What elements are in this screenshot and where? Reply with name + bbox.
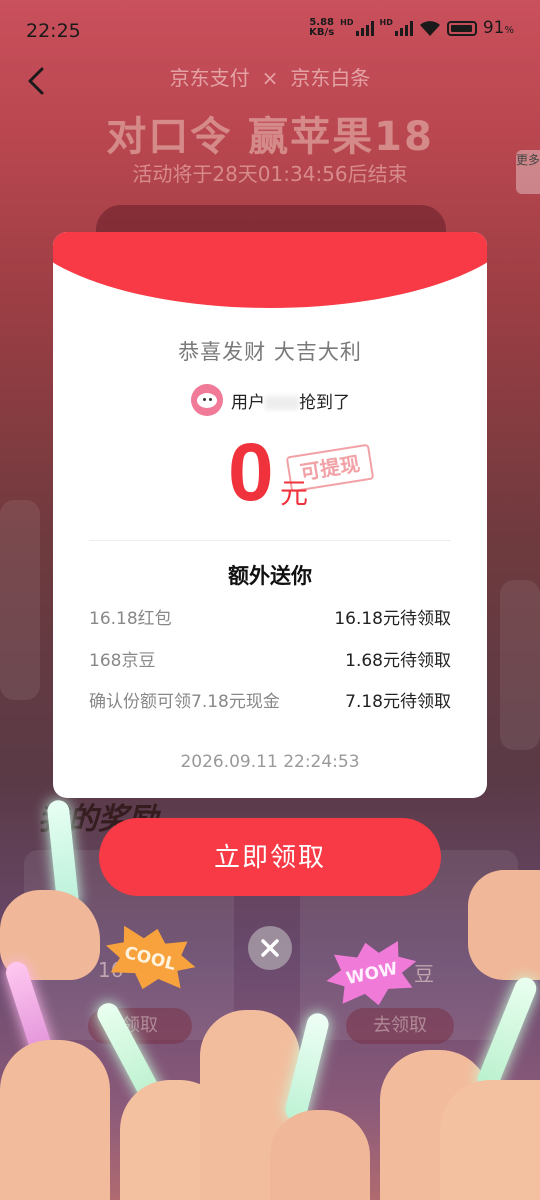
status-icons: 5.88 KB/s HD HD 91% bbox=[309, 17, 514, 39]
dialog-header-arc bbox=[53, 232, 487, 308]
more-tab[interactable]: 更多 bbox=[516, 150, 540, 194]
hand-icon bbox=[0, 1040, 110, 1200]
hd-indicator-2: HD bbox=[379, 18, 393, 27]
signal-icon bbox=[355, 20, 374, 36]
dialog-divider bbox=[89, 540, 451, 541]
status-bar: 22:25 5.88 KB/s HD HD 91% bbox=[0, 0, 540, 60]
bg-claim-button-right: 去领取 bbox=[346, 1008, 454, 1044]
amount-block: 0 可提现 元 bbox=[228, 427, 428, 522]
winner-row: 用户 抢到了 bbox=[191, 384, 350, 416]
close-icon[interactable] bbox=[248, 926, 292, 970]
activity-countdown: 活动将于28天01:34:56后结束 bbox=[132, 162, 408, 186]
bg-card-left bbox=[0, 500, 40, 700]
hand-icon bbox=[270, 1110, 370, 1200]
brand-jdpay: 京东支付 bbox=[169, 66, 250, 90]
amount-unit: 元 bbox=[280, 477, 309, 510]
claim-now-button[interactable]: 立即领取 bbox=[99, 818, 441, 896]
hd-indicator: HD bbox=[340, 18, 354, 27]
status-time: 22:25 bbox=[26, 20, 81, 42]
reward-value: 1.68元待领取 bbox=[345, 651, 451, 671]
reward-dialog: 恭喜发财 大吉大利 用户 抢到了 0 可提现 元 额外送你 16.18红包 16.… bbox=[53, 232, 487, 798]
battery-percent: 91% bbox=[482, 18, 514, 38]
reward-value: 16.18元待领取 bbox=[334, 609, 451, 629]
close-button[interactable] bbox=[248, 926, 292, 970]
bg-card-right bbox=[500, 580, 540, 750]
brand-baitiao: 京东白条 bbox=[290, 66, 371, 90]
user-avatar bbox=[191, 384, 223, 416]
battery-icon bbox=[446, 20, 477, 36]
reward-name: 确认份额可领7.18元现金 bbox=[89, 692, 280, 712]
reward-row: 确认份额可领7.18元现金 7.18元待领取 bbox=[89, 687, 451, 713]
amount-value: 0 bbox=[228, 427, 274, 518]
winner-text: 用户 抢到了 bbox=[231, 392, 350, 413]
wifi-icon bbox=[419, 20, 440, 36]
reward-row: 16.18红包 16.18元待领取 bbox=[89, 604, 451, 630]
masked-username bbox=[265, 395, 299, 410]
signal-icon-2 bbox=[394, 20, 413, 36]
brand-row: 京东支付 × 京东白条 bbox=[169, 66, 371, 90]
reward-name: 168京豆 bbox=[89, 651, 156, 671]
reward-value: 7.18元待领取 bbox=[345, 692, 451, 712]
network-speed: 5.88 KB/s bbox=[309, 17, 335, 38]
draw-timestamp: 2026.09.11 22:24:53 bbox=[180, 752, 360, 772]
reward-row: 168京豆 1.68元待领取 bbox=[89, 646, 451, 672]
activity-title: 对口令 赢苹果18 bbox=[106, 114, 434, 160]
dialog-slogan: 恭喜发财 大吉大利 bbox=[178, 340, 362, 364]
hand-icon bbox=[440, 1080, 540, 1200]
bg-reward-label-right: 豆 bbox=[414, 962, 434, 986]
reward-name: 16.18红包 bbox=[89, 609, 172, 629]
extra-rewards-title: 额外送你 bbox=[228, 564, 312, 588]
hand-icon bbox=[468, 870, 540, 980]
